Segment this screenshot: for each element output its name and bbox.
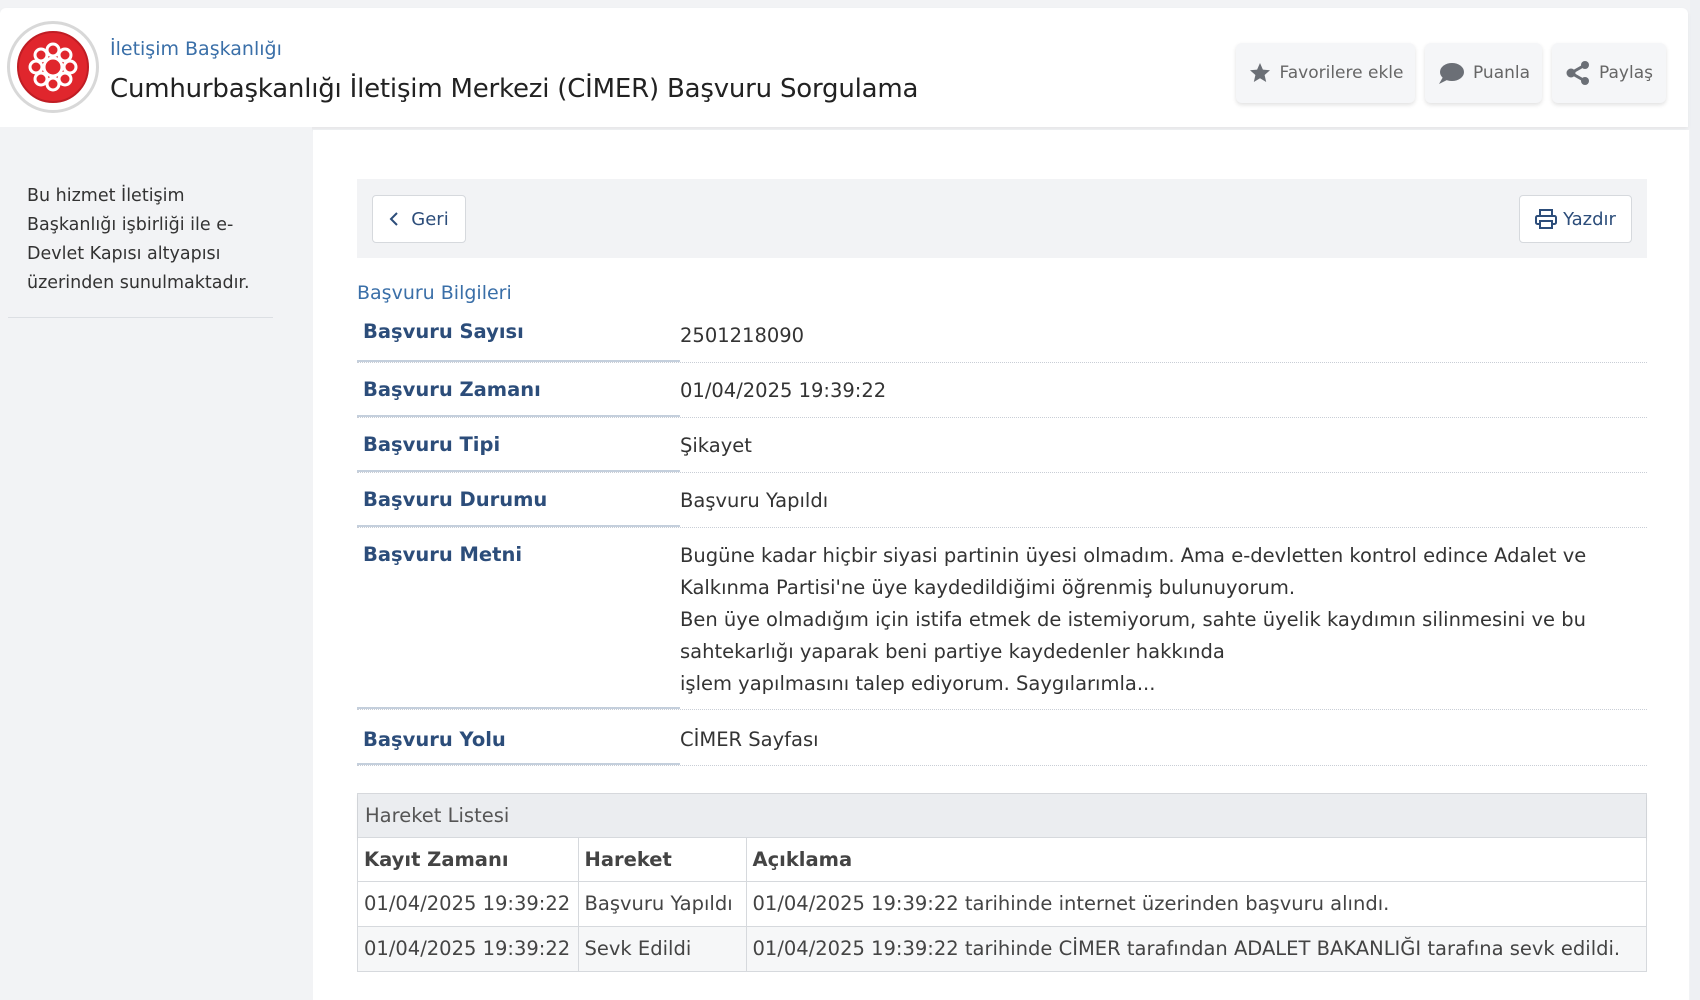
info-row-channel: Başvuru Yolu CİMER Sayfası <box>357 710 1647 766</box>
add-favorites-button[interactable]: Favorilere ekle <box>1236 43 1415 103</box>
action-toolbar: Geri Yazdır <box>357 179 1647 258</box>
info-label: Başvuru Sayısı <box>357 308 680 362</box>
print-label: Yazdır <box>1563 208 1616 230</box>
table-header-row: Kayıt Zamanı Hareket Açıklama <box>358 838 1646 882</box>
table-cell: Başvuru Yapıldı <box>578 881 747 927</box>
application-text-line: Ben üye olmadığım için istifa etmek de i… <box>680 608 1586 631</box>
service-info-text: Bu hizmet İletişim Başkanlığı işbirliği … <box>27 186 250 293</box>
table-cell: Sevk Edildi <box>578 926 747 971</box>
back-label: Geri <box>411 208 449 230</box>
column-header: Kayıt Zamanı <box>358 838 579 882</box>
info-label: Başvuru Metni <box>357 528 680 709</box>
sidebar-divider <box>8 317 273 318</box>
column-header: Hareket <box>578 838 747 882</box>
info-label: Başvuru Yolu <box>357 710 680 765</box>
printer-icon <box>1535 209 1558 229</box>
movement-list: Hareket Listesi Kayıt Zamanı Hareket Açı… <box>357 793 1647 972</box>
page-frame: İletişim Başkanlığı Cumhurbaşkanlığı İle… <box>0 0 1690 1000</box>
table-row: 01/04/2025 19:39:22 Sevk Edildi 01/04/20… <box>358 926 1646 971</box>
add-favorites-label: Favorilere ekle <box>1279 63 1404 83</box>
table-cell: 01/04/2025 19:39:22 <box>358 926 579 971</box>
star-icon <box>1249 63 1270 82</box>
movement-list-title: Hareket Listesi <box>358 794 1646 838</box>
main-panel: Geri Yazdır Başvuru Bilgileri Başvuru Sa… <box>313 130 1689 1000</box>
info-row-status: Başvuru Durumu Başvuru Yapıldı <box>357 473 1647 528</box>
info-label: Başvuru Zamanı <box>357 363 680 417</box>
info-row-text: Başvuru Metni Bugüne kadar hiçbir siyasi… <box>357 528 1647 710</box>
info-label: Başvuru Durumu <box>357 473 680 527</box>
service-header: İletişim Başkanlığı Cumhurbaşkanlığı İle… <box>0 8 1688 127</box>
info-value: CİMER Sayfası <box>680 728 819 751</box>
table-row: 01/04/2025 19:39:22 Başvuru Yapıldı 01/0… <box>358 881 1646 927</box>
info-value: 2501218090 <box>680 324 805 347</box>
column-header: Açıklama <box>746 838 1646 882</box>
info-row-type: Başvuru Tipi Şikayet <box>357 418 1647 473</box>
info-label: Başvuru Tipi <box>357 418 680 472</box>
info-row-time: Başvuru Zamanı 01/04/2025 19:39:22 <box>357 363 1647 418</box>
back-button[interactable]: Geri <box>372 195 466 243</box>
left-sidebar: Bu hizmet İletişim Başkanlığı işbirliği … <box>0 127 312 1000</box>
movement-table: Kayıt Zamanı Hareket Açıklama 01/04/2025… <box>358 838 1646 971</box>
info-value: Başvuru Yapıldı <box>680 489 829 512</box>
institution-logo <box>7 21 99 113</box>
print-button[interactable]: Yazdır <box>1519 195 1632 243</box>
application-text-line: sahtekarlığı yaparak beni partiye kayded… <box>680 640 1225 663</box>
info-row-number: Başvuru Sayısı 2501218090 <box>357 308 1647 363</box>
rate-label: Puanla <box>1472 63 1531 83</box>
application-info-table: Başvuru Sayısı 2501218090 Başvuru Zamanı… <box>357 308 1647 766</box>
table-cell: 01/04/2025 19:39:22 <box>358 881 579 927</box>
share-icon <box>1566 61 1590 85</box>
application-text: Bugüne kadar hiçbir siyasi partinin üyes… <box>680 528 1647 700</box>
application-text-line: işlem yapılmasını talep ediyorum. Saygıl… <box>680 672 1156 695</box>
info-value: 01/04/2025 19:39:22 <box>680 379 887 402</box>
org-name[interactable]: İletişim Başkanlığı <box>110 38 282 60</box>
application-text-line: Bugüne kadar hiçbir siyasi partinin üyes… <box>680 544 1587 567</box>
rate-button[interactable]: Puanla <box>1425 43 1542 103</box>
application-text-line: Kalkınma Partisi'ne üye kaydedildiğimi ö… <box>680 576 1296 599</box>
page-title: Cumhurbaşkanlığı İletişim Merkezi (CİMER… <box>110 74 919 104</box>
speech-bubble-icon <box>1438 63 1464 84</box>
chevron-left-icon <box>389 212 398 226</box>
logo-emblem-icon <box>28 42 78 92</box>
table-cell: 01/04/2025 19:39:22 tarihinde CİMER tara… <box>746 926 1646 971</box>
share-button[interactable]: Paylaş <box>1552 43 1666 103</box>
info-value: Şikayet <box>680 434 752 457</box>
table-cell: 01/04/2025 19:39:22 tarihinde internet ü… <box>746 881 1646 927</box>
section-title: Başvuru Bilgileri <box>357 282 512 304</box>
share-label: Paylaş <box>1599 63 1653 83</box>
